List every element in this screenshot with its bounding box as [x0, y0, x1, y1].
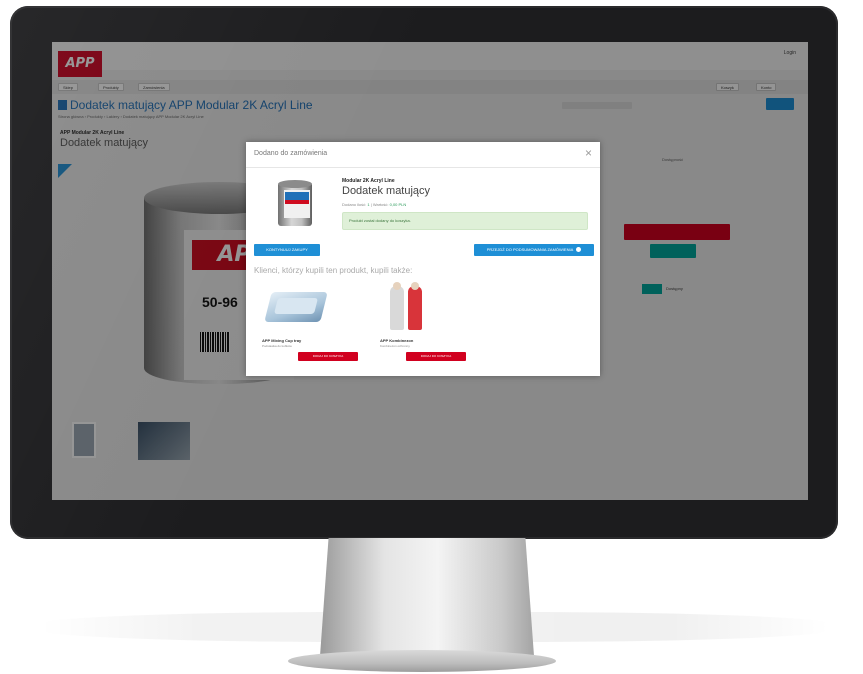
figure-red-head: [411, 282, 419, 290]
recommendations-heading: Klienci, którzy kupili ten produkt, kupi…: [254, 266, 413, 275]
meta-value-label: | Wartość:: [369, 202, 390, 207]
figure-white: [390, 286, 404, 330]
continue-shopping-button[interactable]: KONTYNUUJ ZAKUPY: [254, 244, 320, 256]
added-product-meta: Dodano ilość: 1 | Wartość: 0,00 PLN: [342, 202, 406, 207]
recommendation-desc: Kombinezon ochronny: [380, 344, 410, 348]
recommendation-name[interactable]: APP Mixing Cup tray: [262, 338, 301, 343]
tray-inner: [274, 298, 318, 314]
added-product-line: Modular 2K Acryl Line: [342, 178, 395, 184]
monitor-stand-neck: [320, 538, 534, 656]
go-to-checkout-button[interactable]: PRZEJDŹ DO PODSUMOWANIA ZAMÓWIENIA: [474, 244, 594, 256]
added-product-name: Dodatek matujący: [342, 185, 431, 197]
added-product-image: [272, 180, 318, 228]
recommendation-card: APP Kombinezon Kombinezon ochronny DODAJ…: [368, 282, 488, 372]
meta-qty-label: Dodano ilość:: [342, 202, 368, 207]
monitor: Login APP Sklep Produkty Zamówienia Kosz…: [10, 6, 838, 539]
modal-header: Dodano do zamówienia ×: [246, 142, 600, 168]
recommendation-name[interactable]: APP Kombinezon: [380, 338, 413, 343]
figure-red: [408, 286, 422, 330]
checkout-label: PRZEJDŹ DO PODSUMOWANIA ZAMÓWIENIA: [486, 247, 574, 252]
recommendation-desc: Podstawka do kubków: [262, 344, 292, 348]
screen: Login APP Sklep Produkty Zamówienia Kosz…: [52, 42, 808, 500]
meta-value: 0,00 PLN: [389, 202, 407, 207]
success-alert: Produkt został dodany do koszyka.: [342, 212, 588, 230]
monitor-stand-base: [288, 650, 556, 672]
close-icon[interactable]: ×: [585, 147, 592, 159]
mini-can-stripe: [285, 200, 309, 204]
mini-can-lid: [278, 180, 312, 188]
recommendation-add-button[interactable]: DODAJ DO KOSZYKA: [406, 352, 466, 361]
arrow-right-icon: [576, 247, 582, 252]
modal-title: Dodano do zamówienia: [254, 150, 328, 157]
recommendation-image-suit[interactable]: [382, 282, 446, 330]
recommendation-card: APP Mixing Cup tray Podstawka do kubków …: [250, 282, 370, 372]
figure-white-head: [393, 282, 401, 290]
mini-can-brand: [285, 192, 309, 200]
scene: Login APP Sklep Produkty Zamówienia Kosz…: [0, 0, 863, 674]
added-to-order-modal: Dodano do zamówienia × Modular 2K Acryl …: [246, 142, 600, 376]
recommendation-add-button[interactable]: DODAJ DO KOSZYKA: [298, 352, 358, 361]
recommendation-image-tray[interactable]: [264, 282, 328, 330]
